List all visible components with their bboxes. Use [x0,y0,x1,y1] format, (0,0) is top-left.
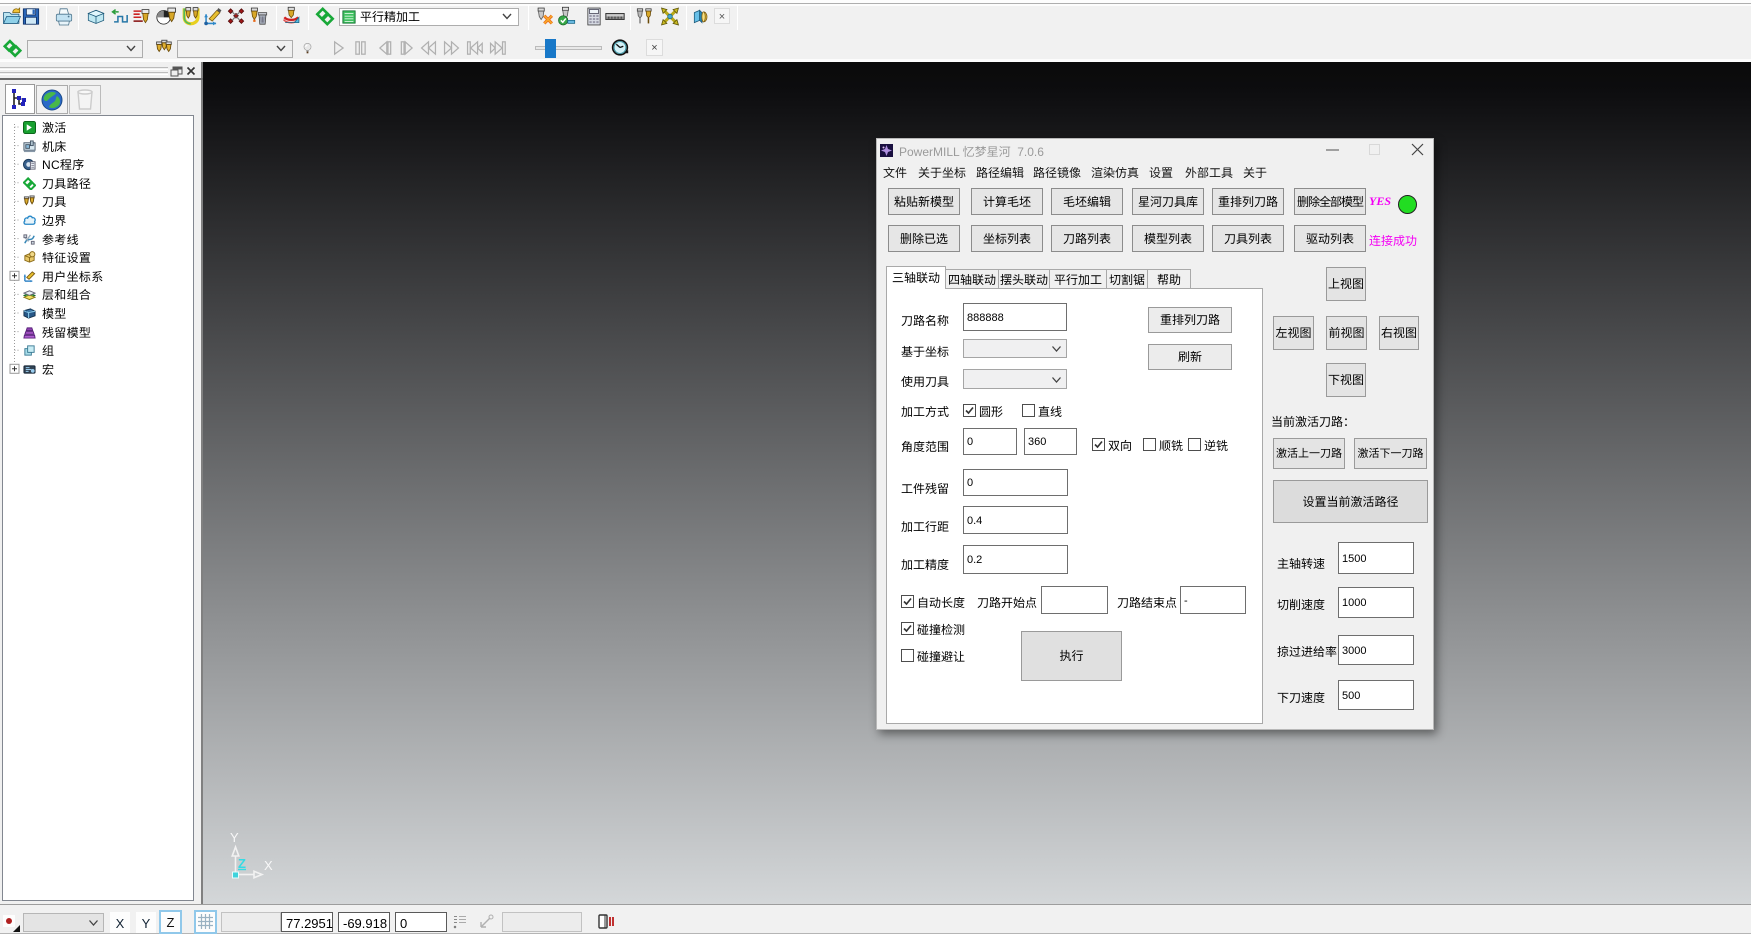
svg-text:Z: Z [238,856,246,871]
svg-text:Y: Y [230,830,239,845]
svg-text:X: X [264,858,273,873]
